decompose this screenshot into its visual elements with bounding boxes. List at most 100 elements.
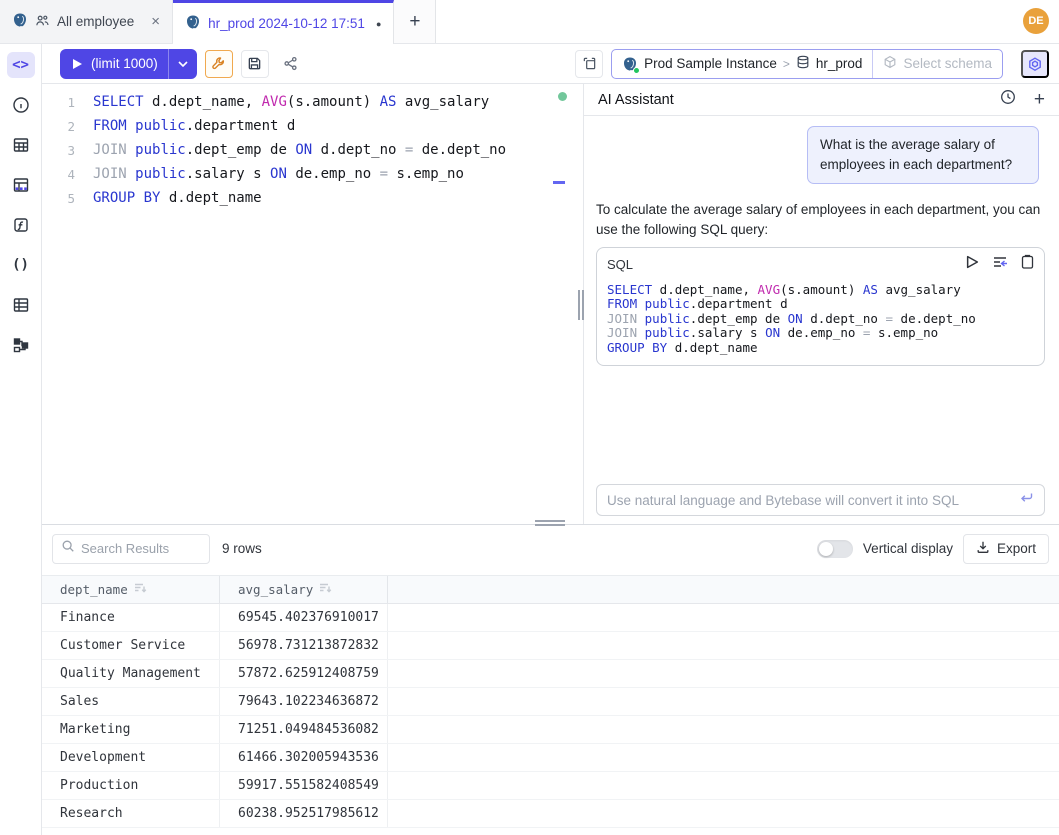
- ai-assistant-header: AI Assistant +: [584, 84, 1059, 116]
- column-header-avg-salary[interactable]: avg_salary: [220, 576, 388, 603]
- vertical-display-toggle[interactable]: [817, 540, 853, 558]
- search-results-input[interactable]: [81, 541, 201, 556]
- drag-handle-horizontal-icon[interactable]: [535, 520, 565, 526]
- sidebar-item-info info-icon[interactable]: [7, 92, 35, 118]
- column-header-dept-name[interactable]: dept_name: [42, 576, 220, 603]
- table-row[interactable]: Production59917.551582408549: [42, 772, 1059, 800]
- run-limit-label: (limit 1000): [91, 56, 158, 71]
- table-row[interactable]: Finance69545.402376910017: [42, 604, 1059, 632]
- table-cell-filler: [388, 632, 1059, 659]
- connection-health-dot-icon: [558, 92, 567, 101]
- row-count-label: 9 rows: [222, 541, 262, 556]
- table-cell[interactable]: Customer Service: [42, 632, 220, 659]
- sidebar-item-editor code-icon[interactable]: <>: [7, 52, 35, 78]
- table-cell[interactable]: 61466.302005943536: [220, 744, 388, 771]
- search-results-box: [52, 534, 210, 564]
- schema-selector[interactable]: Select schema: [872, 50, 1002, 78]
- export-label: Export: [997, 541, 1036, 556]
- scrollbar-mark: [553, 181, 565, 184]
- table-cell[interactable]: Sales: [42, 688, 220, 715]
- ai-assistant-toggle-button openai-icon[interactable]: [1021, 50, 1049, 78]
- postgres-icon: [12, 12, 28, 31]
- sidebar-item-data table-data-icon[interactable]: [7, 172, 35, 198]
- share-button share-icon[interactable]: [277, 50, 305, 78]
- sidebar-item-views table2-icon[interactable]: [7, 292, 35, 318]
- breadcrumb-separator: >: [783, 57, 790, 71]
- close-icon[interactable]: ×: [151, 14, 160, 29]
- tab-all-employee[interactable]: All employee ×: [0, 0, 173, 43]
- table-row[interactable]: Development61466.302005943536: [42, 744, 1059, 772]
- column-header-filler: [388, 576, 1059, 603]
- submit-return-icon[interactable]: [1019, 491, 1034, 509]
- sql-editor[interactable]: 1SELECT d.dept_name, AVG(s.amount) AS av…: [42, 84, 583, 524]
- ai-prompt-input-wrap: [596, 484, 1045, 516]
- table-cell[interactable]: 57872.625912408759: [220, 660, 388, 687]
- table-cell[interactable]: Quality Management: [42, 660, 220, 687]
- table-cell[interactable]: Production: [42, 772, 220, 799]
- editor-toolbar: (limit 1000): [42, 44, 1059, 84]
- connection-selector[interactable]: Prod Sample Instance > hr_prod Select sc…: [611, 49, 1003, 79]
- code-language-label: SQL: [607, 257, 633, 272]
- sidebar-item-procedures parentheses-icon[interactable]: (): [7, 252, 35, 278]
- insert-into-editor-icon[interactable]: [992, 255, 1008, 274]
- table-cell-filler: [388, 772, 1059, 799]
- run-code-play-icon[interactable]: [966, 255, 979, 274]
- sql-editor-code[interactable]: 1SELECT d.dept_name, AVG(s.amount) AS av…: [42, 90, 583, 210]
- table-header-row: dept_name avg_salary: [42, 575, 1059, 604]
- new-chat-plus-icon[interactable]: +: [1034, 90, 1045, 109]
- table-cell[interactable]: 60238.952517985612: [220, 800, 388, 827]
- unsaved-dot-icon: ●: [376, 19, 381, 29]
- table-cell-filler: [388, 800, 1059, 827]
- status-dot-icon: [633, 67, 640, 74]
- table-cell[interactable]: 69545.402376910017: [220, 604, 388, 631]
- connection-instance[interactable]: Prod Sample Instance > hr_prod: [612, 50, 872, 78]
- database-icon: [796, 55, 810, 72]
- table-row[interactable]: Customer Service56978.731213872832: [42, 632, 1059, 660]
- table-cell[interactable]: 59917.551582408549: [220, 772, 388, 799]
- sidebar-item-schema-diagram schema-diagram-icon[interactable]: [7, 332, 35, 358]
- group-icon: [35, 13, 50, 31]
- connection-panel-button overlapping-squares-icon[interactable]: [575, 50, 603, 78]
- table-cell[interactable]: Finance: [42, 604, 220, 631]
- tab-hr-prod[interactable]: hr_prod 2024-10-12 17:51 ●: [173, 0, 394, 44]
- sidebar-item-tables table-icon[interactable]: [7, 132, 35, 158]
- ai-assistant-title: AI Assistant: [598, 92, 674, 108]
- table-row[interactable]: Marketing71251.049484536082: [42, 716, 1059, 744]
- sql-editor-app: All employee × hr_prod 2024-10-12 17:51 …: [0, 0, 1059, 835]
- table-cell[interactable]: Development: [42, 744, 220, 771]
- left-sidebar: <> (): [0, 44, 42, 835]
- sort-icon[interactable]: [319, 582, 332, 597]
- ai-response-text: To calculate the average salary of emplo…: [596, 200, 1045, 240]
- history-clock-icon[interactable]: [1000, 89, 1016, 110]
- table-cell[interactable]: Marketing: [42, 716, 220, 743]
- new-tab-button[interactable]: +: [394, 0, 436, 43]
- table-row[interactable]: Research60238.952517985612: [42, 800, 1059, 828]
- avatar[interactable]: DE: [1023, 8, 1049, 34]
- results-toolbar: 9 rows Vertical display Export: [42, 525, 1059, 572]
- table-cell-filler: [388, 744, 1059, 771]
- database-name: hr_prod: [816, 56, 863, 71]
- sidebar-item-functions function-icon[interactable]: [7, 212, 35, 238]
- table-row[interactable]: Sales79643.102234636872: [42, 688, 1059, 716]
- save-button save-icon[interactable]: [241, 50, 269, 78]
- ai-sql-code: SELECT d.dept_name, AVG(s.amount) AS avg…: [597, 276, 1044, 365]
- copy-clipboard-icon[interactable]: [1021, 254, 1034, 274]
- tab-bar: All employee × hr_prod 2024-10-12 17:51 …: [0, 0, 1059, 44]
- table-cell-filler: [388, 660, 1059, 687]
- table-row[interactable]: Quality Management57872.625912408759: [42, 660, 1059, 688]
- table-cell[interactable]: 79643.102234636872: [220, 688, 388, 715]
- table-body: Finance69545.402376910017Customer Servic…: [42, 604, 1059, 828]
- cube-icon: [883, 55, 897, 72]
- run-query-button[interactable]: (limit 1000): [60, 49, 197, 79]
- table-cell[interactable]: Research: [42, 800, 220, 827]
- admin-wrench-button wrench-icon[interactable]: [205, 50, 233, 78]
- chevron-down-icon[interactable]: [168, 49, 197, 79]
- export-button[interactable]: Export: [963, 534, 1049, 564]
- table-cell[interactable]: 71251.049484536082: [220, 716, 388, 743]
- sort-icon[interactable]: [134, 582, 147, 597]
- ai-prompt-input[interactable]: [607, 493, 1019, 508]
- play-icon: [72, 58, 83, 70]
- table-cell[interactable]: 56978.731213872832: [220, 632, 388, 659]
- results-table: dept_name avg_salary: [42, 575, 1059, 835]
- ai-chat-body: What is the average salary of employees …: [584, 116, 1059, 524]
